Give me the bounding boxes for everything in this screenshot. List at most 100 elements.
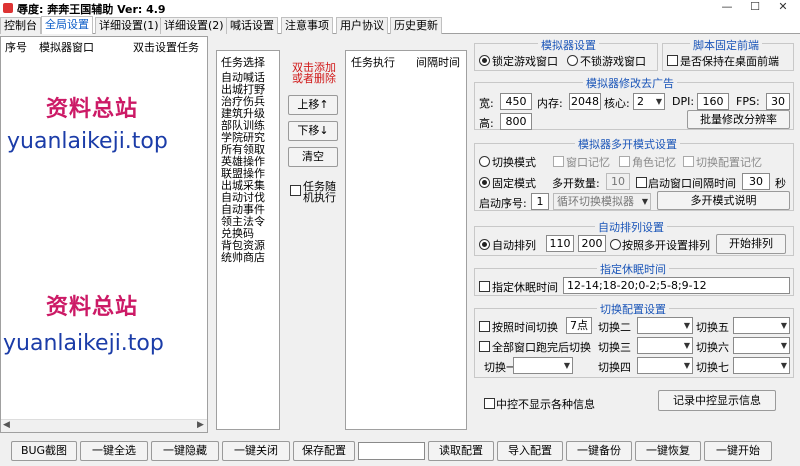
fixed-mode-radio[interactable] (479, 177, 490, 188)
memory-label: 内存: (537, 97, 563, 110)
arrange-y-input[interactable]: 200 (578, 235, 606, 252)
read-config-button[interactable]: 读取配置 (428, 441, 494, 461)
cores-select[interactable]: 2 ▼ (633, 93, 665, 110)
switch6-select[interactable]: ▼ (733, 337, 790, 354)
tab-notes[interactable]: 注意事项 (281, 17, 333, 34)
start-all-button[interactable]: 一键开始 (704, 441, 772, 461)
switch6-label: 切换六 (696, 341, 729, 354)
start-arrange-button[interactable]: 开始排列 (716, 234, 786, 254)
tab-user-agreement[interactable]: 用户协议 (336, 17, 388, 34)
chevron-down-icon: ▼ (683, 361, 690, 370)
arrange-x-input[interactable]: 110 (546, 235, 574, 252)
maximize-button[interactable]: ☐ (744, 0, 766, 14)
select-all-button[interactable]: 一键全选 (80, 441, 148, 461)
tab-detail-settings-1[interactable]: 详细设置(1) (95, 17, 163, 34)
backup-button[interactable]: 一键备份 (566, 441, 632, 461)
task-select-list[interactable]: 任务选择 自动喊话 出城打野 治疗伤兵 建筑升级 部队训练 学院研究 所有领取 … (216, 50, 280, 430)
width-input[interactable]: 450 (500, 93, 532, 110)
emulator-list-panel[interactable]: 序号 模拟器窗口 双击设置任务 资料总站 yuanlaikeji.top 资料总… (0, 36, 208, 433)
switch-mode-label: 切换模式 (492, 156, 536, 169)
switch3-select[interactable]: ▼ (637, 337, 693, 354)
by-time-checkbox[interactable] (479, 321, 490, 332)
script-front-title: 脚本固定前端 (690, 37, 762, 53)
move-up-button[interactable]: 上移↑ (288, 95, 338, 115)
interval-input[interactable]: 30 (742, 173, 770, 190)
lock-window-label: 锁定游戏窗口 (492, 55, 558, 68)
loop-switch-select[interactable]: 循环切换模拟器 ▼ (553, 193, 651, 210)
switch2-select[interactable]: ▼ (637, 317, 693, 334)
sleep-checkbox[interactable] (479, 281, 490, 292)
hide-all-button[interactable]: 一键隐藏 (151, 441, 219, 461)
col-emulator-window[interactable]: 模拟器窗口 (39, 39, 94, 55)
height-input[interactable]: 800 (500, 113, 532, 130)
chevron-down-icon: ▼ (683, 321, 690, 330)
fps-input[interactable]: 30 (766, 93, 790, 110)
switch-mode-radio[interactable] (479, 156, 490, 167)
switch7-select[interactable]: ▼ (733, 357, 790, 374)
close-button[interactable]: ✕ (772, 0, 794, 14)
sleep-input[interactable]: 12-14;18-20;0-2;5-8;9-12 (563, 277, 790, 294)
fixed-mode-label: 固定模式 (492, 177, 536, 190)
unlock-window-label: 不锁游戏窗口 (580, 55, 646, 68)
tab-console[interactable]: 控制台 (0, 17, 41, 34)
minimize-button[interactable]: — (716, 0, 738, 14)
switch-config-title: 切换配置设置 (597, 301, 669, 317)
sleep-label: 指定休眠时间 (492, 281, 558, 294)
chevron-down-icon: ▼ (683, 341, 690, 350)
role-memory-checkbox[interactable] (619, 156, 630, 167)
col-set-task[interactable]: 双击设置任务 (133, 39, 199, 55)
scroll-left-icon[interactable]: ◀ (3, 420, 10, 430)
lock-window-radio[interactable] (479, 55, 490, 66)
dpi-input[interactable]: 160 (697, 93, 729, 110)
config-name-input[interactable] (358, 442, 425, 460)
task-select-items[interactable]: 自动喊话 出城打野 治疗伤兵 建筑升级 部队训练 学院研究 所有领取 英雄操作 … (221, 72, 265, 264)
import-config-button[interactable]: 导入配置 (497, 441, 563, 461)
hide-info-checkbox[interactable] (484, 398, 495, 409)
switch5-select[interactable]: ▼ (733, 317, 790, 334)
scroll-right-icon[interactable]: ▶ (197, 420, 204, 430)
close-all-button[interactable]: 一键关闭 (222, 441, 290, 461)
batch-resolution-button[interactable]: 批量修改分辨率 (687, 110, 790, 129)
col-interval: 间隔时间 (416, 56, 460, 69)
multi-count-input[interactable]: 10 (606, 173, 630, 190)
switch-config-memory-checkbox[interactable] (683, 156, 694, 167)
col-index[interactable]: 序号 (5, 39, 27, 55)
tab-history[interactable]: 历史更新 (390, 17, 442, 34)
unlock-window-radio[interactable] (567, 55, 578, 66)
restore-button[interactable]: 一键恢复 (635, 441, 701, 461)
by-multi-radio[interactable] (610, 239, 621, 250)
switch4-label: 切换四 (598, 361, 631, 374)
app-icon (3, 3, 13, 13)
save-config-button[interactable]: 保存配置 (293, 441, 355, 461)
switch4-select[interactable]: ▼ (637, 357, 693, 374)
window-title: 辱度: 奔奔王国辅助 Ver: 4.9 (17, 1, 166, 17)
launch-interval-checkbox[interactable] (636, 177, 647, 188)
multi-open-explain-button[interactable]: 多开模式说明 (657, 191, 790, 210)
bug-screenshot-button[interactable]: BUG截图 (11, 441, 77, 461)
switch7-label: 切换七 (696, 361, 729, 374)
list-item[interactable]: 统帅商店 (221, 252, 265, 264)
task-exec-list[interactable]: 任务执行 间隔时间 (345, 50, 467, 430)
switch1-select[interactable]: ▼ (513, 357, 573, 374)
all-done-checkbox[interactable] (479, 341, 490, 352)
tab-global-settings[interactable]: 全局设置 (41, 16, 93, 34)
switch-time-input[interactable]: 7点 (566, 317, 592, 334)
fps-label: FPS: (736, 95, 760, 108)
auto-arrange-radio[interactable] (479, 239, 490, 250)
tab-shout-settings[interactable]: 喊话设置 (226, 17, 278, 34)
random-exec-label: 任务随 机执行 (303, 180, 336, 204)
record-info-button[interactable]: 记录中控显示信息 (658, 390, 776, 411)
horizontal-scrollbar[interactable]: ◀ ▶ (1, 419, 207, 432)
memory-input[interactable]: 2048 (569, 93, 601, 110)
keep-front-checkbox[interactable] (667, 55, 678, 66)
random-exec-checkbox[interactable] (290, 185, 301, 196)
switch2-label: 切换二 (598, 321, 631, 334)
clear-button[interactable]: 清空 (288, 147, 338, 167)
move-down-button[interactable]: 下移↓ (288, 121, 338, 141)
chevron-down-icon: ▼ (780, 361, 787, 370)
window-memory-checkbox[interactable] (553, 156, 564, 167)
by-time-label: 按照时间切换 (492, 321, 558, 334)
launch-order-input[interactable]: 1 (531, 193, 549, 210)
col-task-exec: 任务执行 (351, 56, 395, 69)
tab-detail-settings-2[interactable]: 详细设置(2) (160, 17, 228, 34)
